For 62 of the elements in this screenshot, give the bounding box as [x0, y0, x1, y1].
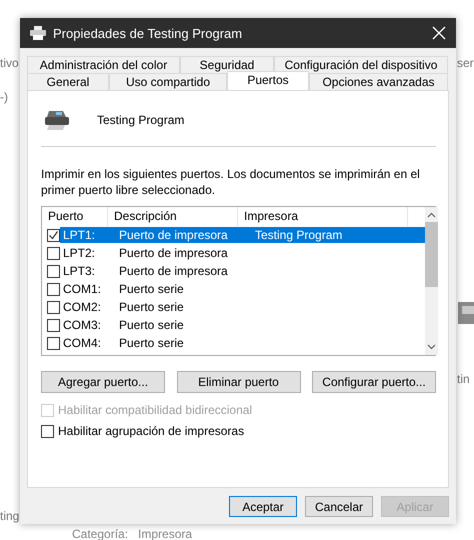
port-name: COM3: — [62, 317, 102, 333]
instructions-text: Imprimir en los siguientes puertos. Los documentos se imprimirán en el primer puerto libre seleccionado. — [41, 166, 421, 198]
port-description: Puerto serie — [118, 335, 185, 351]
checkbox-label: Habilitar agrupación de impresoras — [58, 424, 244, 438]
port-row[interactable]: COM2: Puerto serie — [60, 299, 425, 315]
checkbox[interactable] — [47, 336, 60, 350]
port-description: Puerto de impresora — [118, 245, 229, 261]
checkbox[interactable] — [47, 318, 60, 332]
checkbox[interactable] — [47, 300, 60, 314]
port-button[interactable]: Agregar puerto... — [41, 371, 165, 393]
scroll-up-icon[interactable] — [427, 212, 436, 218]
checkbox[interactable] — [47, 282, 60, 296]
scrollbar[interactable] — [425, 207, 438, 355]
tab[interactable]: General — [27, 73, 109, 90]
port-row[interactable]: COM1: Puerto serie — [60, 281, 425, 297]
background-text: tivo — [0, 56, 19, 70]
tab[interactable]: Puertos — [227, 71, 309, 90]
close-icon[interactable] — [432, 26, 446, 40]
port-name: LPT1: — [62, 227, 96, 243]
port-button[interactable]: Configurar puerto... — [312, 371, 436, 393]
tab[interactable]: Uso compartido — [109, 73, 227, 90]
port-name: COM4: — [62, 335, 102, 351]
port-description: Puerto de impresora — [118, 263, 229, 279]
port-name: COM2: — [62, 299, 102, 315]
port-button[interactable]: Eliminar puerto — [176, 371, 300, 393]
window-title: Propiedades de Testing Program — [53, 26, 244, 40]
scroll-thumb[interactable] — [425, 222, 438, 287]
port-row[interactable]: LPT2: Puerto de impresora — [60, 245, 425, 261]
port-name: LPT2: — [62, 245, 96, 261]
port-description: Puerto de impresora — [118, 227, 229, 243]
port-description: Puerto serie — [118, 281, 185, 297]
checkbox[interactable] — [47, 246, 60, 260]
port-row[interactable]: LPT1: Puerto de impresora Testing Program — [60, 227, 425, 243]
port-description: Puerto serie — [118, 317, 185, 333]
port-name: COM1: — [62, 281, 102, 297]
port-row[interactable]: LPT3: Puerto de impresora — [60, 263, 425, 279]
checkbox[interactable] — [47, 264, 60, 278]
checkbox[interactable] — [47, 228, 60, 242]
tab[interactable]: Seguridad — [180, 56, 274, 73]
background-text: tin — [457, 372, 470, 386]
port-row[interactable]: COM3: Puerto serie — [60, 317, 425, 333]
port-printer: Testing Program — [254, 227, 344, 243]
tab[interactable]: Configuración del dispositivo — [274, 56, 448, 73]
column-header[interactable]: Puerto — [42, 207, 108, 226]
tab[interactable]: Opciones avanzadas — [309, 73, 448, 90]
dialog-button[interactable]: Aceptar — [229, 496, 297, 517]
port-name: LPT3: — [62, 263, 96, 279]
checkbox-label: Habilitar compatibilidad bidireccional — [58, 403, 252, 417]
column-header[interactable]: Impresora — [238, 207, 408, 226]
port-description: Puerto serie — [118, 299, 185, 315]
printer-name: Testing Program — [97, 113, 184, 127]
background-text: ting — [0, 509, 20, 523]
printer-icon — [30, 26, 46, 40]
printer-icon — [43, 109, 71, 131]
dialog-button[interactable]: Cancelar — [305, 496, 373, 517]
checkbox[interactable] — [41, 424, 54, 438]
column-header[interactable]: Descripción — [108, 207, 238, 226]
background-text: -) — [0, 90, 8, 104]
scroll-down-icon[interactable] — [427, 344, 436, 350]
port-row[interactable]: COM4: Puerto serie — [60, 335, 425, 351]
background-text: ser — [457, 56, 474, 70]
tab[interactable]: Administración del color — [27, 56, 180, 73]
